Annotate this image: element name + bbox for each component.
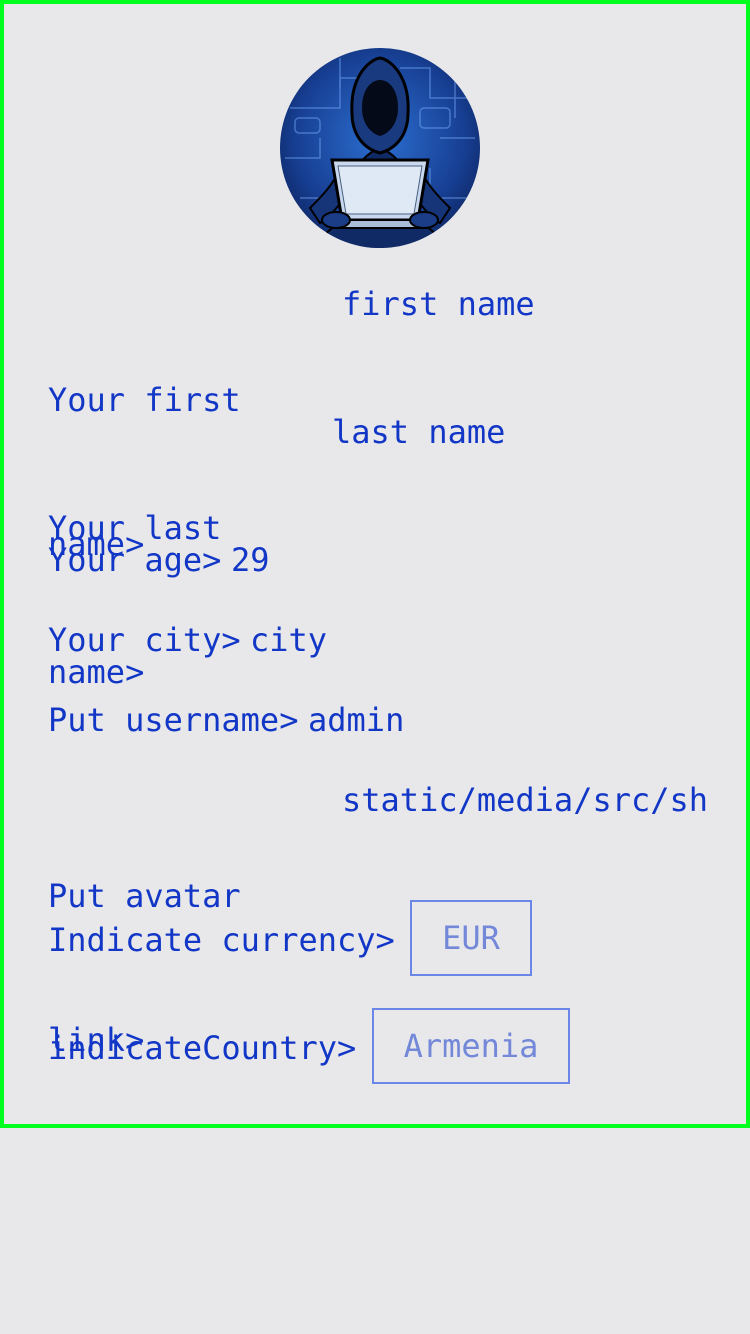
last-name-input[interactable]: last name (332, 408, 505, 456)
last-name-field: Your last name> last name (48, 408, 710, 691)
first-name-input[interactable]: first name (342, 280, 535, 328)
currency-select[interactable]: EUR (410, 900, 532, 976)
country-select[interactable]: Armenia (372, 1008, 570, 1084)
hooded-hacker-icon (280, 48, 480, 248)
username-field: Put username> admin (48, 696, 710, 744)
city-label: Your city> (48, 621, 241, 659)
avatar-link-field: Put avatar link> static/media/src/sha (48, 776, 710, 1059)
age-input[interactable]: 29 (231, 536, 270, 584)
country-label: indicateCountry> (48, 1029, 357, 1067)
currency-label: Indicate currency> (48, 921, 395, 959)
currency-field: Indicate currency> EUR (48, 900, 710, 980)
username-label: Put username> (48, 701, 299, 739)
avatar-link-input[interactable]: static/media/src/sha (342, 776, 710, 824)
profile-panel: Your first name> first name Your last na… (0, 0, 750, 1128)
avatar[interactable] (280, 48, 480, 248)
first-name-field: Your first name> first name (48, 280, 710, 563)
country-field: indicateCountry> Armenia (48, 1008, 710, 1088)
city-field: Your city> city (48, 616, 710, 664)
age-field: Your age> 29 (48, 536, 710, 584)
username-input[interactable]: admin (308, 696, 404, 744)
age-label: Your age> (48, 541, 222, 579)
city-input[interactable]: city (250, 616, 327, 664)
